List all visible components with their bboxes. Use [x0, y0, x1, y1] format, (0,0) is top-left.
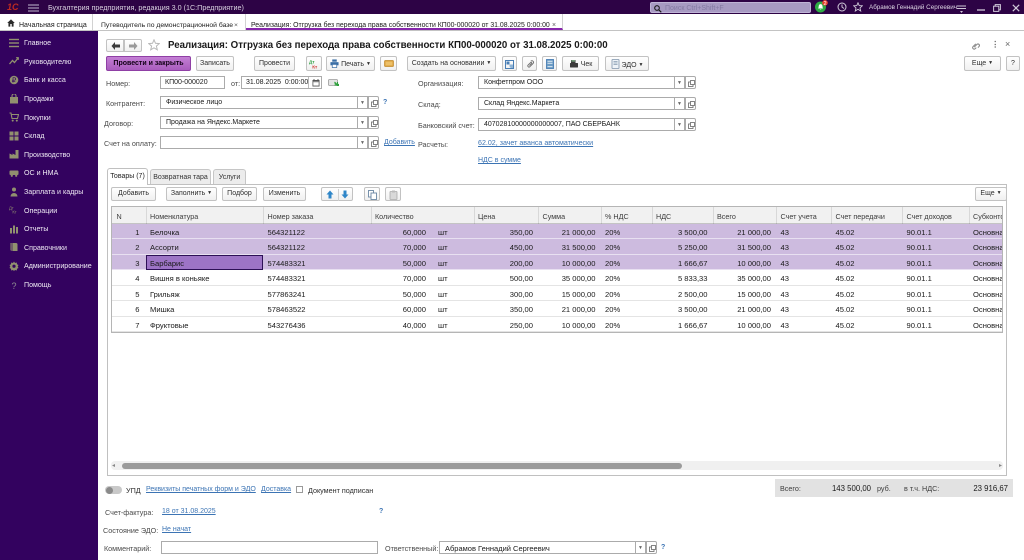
svg-text:Кт: Кт [312, 64, 318, 68]
svg-text:₽: ₽ [12, 76, 17, 84]
svg-text:?: ? [11, 281, 16, 290]
svg-text:2: 2 [823, 1, 826, 7]
svg-text:Кт: Кт [12, 210, 16, 215]
